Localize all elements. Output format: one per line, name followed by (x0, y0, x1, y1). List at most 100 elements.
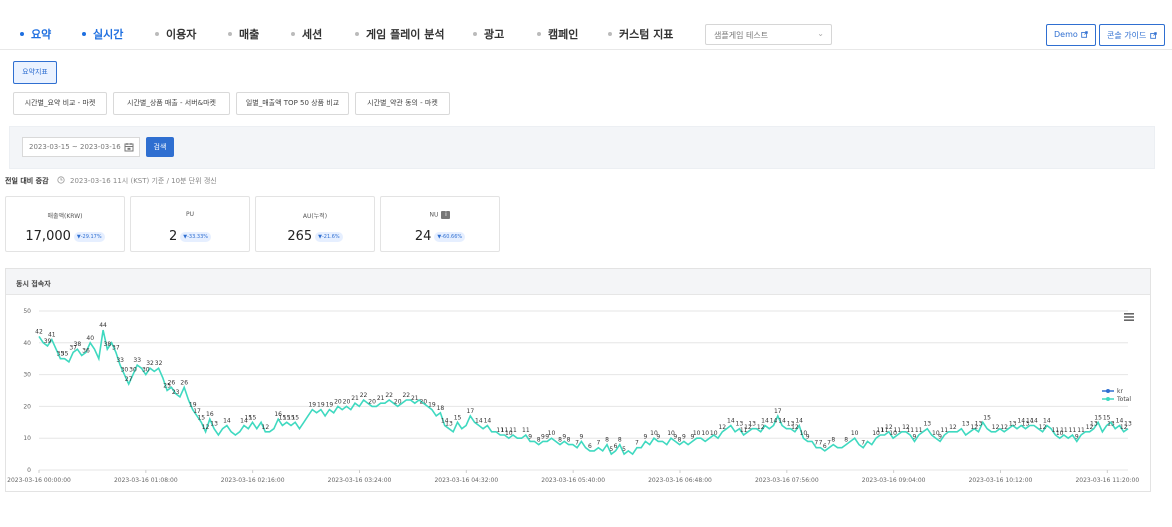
bullet-icon (82, 32, 86, 36)
data-label: 12 (202, 424, 210, 431)
data-label: 11 (894, 427, 902, 434)
report-button-daily-top50[interactable]: 일별_매출액 TOP 50 상품 비교 (236, 92, 349, 115)
search-button[interactable]: 검색 (146, 137, 174, 157)
kpi-label: 매출액(KRW) (47, 213, 83, 220)
kpi-change-badge: ▼-29.17% (73, 231, 105, 242)
legend-label: kr (1117, 388, 1123, 395)
bullet-icon (228, 32, 232, 36)
kpi-value: 265 (287, 229, 313, 244)
nav-item-summary[interactable]: 요약 (20, 26, 51, 42)
data-label: 39 (44, 338, 52, 345)
kpi-value: 2 (169, 229, 178, 244)
project-select[interactable]: 샘플게임 테스트 ⌄ (705, 24, 832, 45)
data-label: 9 (579, 433, 583, 440)
data-label: 21 (377, 395, 385, 402)
data-label: 26 (168, 379, 176, 386)
kpi-value: 17,000 (25, 229, 71, 244)
data-label: 13 (923, 421, 931, 428)
data-label: 33 (116, 357, 124, 364)
console-guide-button[interactable]: 콘솔 가이드 (1099, 24, 1165, 46)
x-tick-label: 2023-03-16 01:08:00 (114, 477, 178, 484)
data-label: 13 (1009, 421, 1017, 428)
project-select-value: 샘플게임 테스트 (714, 31, 769, 40)
data-label: 35 (61, 351, 69, 358)
data-label: 21 (411, 395, 419, 402)
data-label: 12 (262, 424, 270, 431)
data-label: 12 (718, 424, 726, 431)
report-button-hourly-terms[interactable]: 시간별_약관 동의 - 마켓 (355, 92, 450, 115)
data-label: 13 (445, 421, 453, 428)
x-tick-label: 2023-03-16 00:00:00 (7, 477, 71, 484)
nav-item-session[interactable]: 세션 (291, 26, 322, 42)
data-label: 19 (308, 402, 316, 409)
data-label: 9 (528, 433, 532, 440)
data-label: 11 (1060, 427, 1068, 434)
nav-item-campaign[interactable]: 캠페인 (537, 26, 578, 42)
data-label: 14 (727, 417, 735, 424)
data-label: 41 (48, 332, 56, 339)
summary-metrics-button[interactable]: 요약지표 (13, 61, 57, 84)
data-label: 17 (467, 408, 475, 415)
data-label: 14 (795, 417, 803, 424)
data-label: 14 (770, 417, 778, 424)
data-label: 19 (326, 402, 334, 409)
x-tick-label: 2023-03-16 10:12:00 (969, 477, 1033, 484)
data-label: 33 (133, 357, 141, 364)
nav-item-ads[interactable]: 광고 (473, 26, 504, 42)
data-label: 30 (142, 367, 150, 374)
console-guide-label: 콘솔 가이드 (1107, 31, 1147, 40)
bullet-icon (473, 32, 477, 36)
nav-item-label: 커스텀 지표 (619, 28, 674, 41)
data-label: 15 (249, 414, 257, 421)
y-tick-label: 50 (23, 308, 31, 315)
comparison-header: 전일 대비 증감 2023-03-16 11시 (KST) 기준 / 10분 단… (5, 176, 217, 186)
nav-item-revenue[interactable]: 매출 (228, 26, 259, 42)
data-label: 42 (35, 328, 43, 335)
data-label: 20 (334, 398, 342, 405)
data-label: 11 (1077, 427, 1085, 434)
external-link-icon (1081, 31, 1089, 38)
chart-menu-icon[interactable] (1124, 313, 1134, 321)
data-label: 14 (484, 417, 492, 424)
data-label: 36 (82, 348, 90, 355)
data-label: 9 (656, 433, 660, 440)
nav-item-label: 광고 (484, 28, 505, 41)
kpi-change-badge: ▼-21.6% (315, 231, 343, 242)
info-icon[interactable]: i (441, 211, 451, 219)
nav-item-realtime[interactable]: 실시간 (82, 26, 123, 42)
data-label: 9 (644, 433, 648, 440)
demo-button-label: Demo (1054, 30, 1078, 39)
data-label: 12 (1039, 424, 1047, 431)
data-label: 11 (915, 427, 923, 434)
nav-item-label: 게임 플레이 분석 (366, 28, 445, 41)
report-button-hourly-summary[interactable]: 시간별_요약 비교 - 마켓 (13, 92, 107, 115)
report-button-hourly-item-revenue[interactable]: 시간별_상품 매출 - 서버&마켓 (113, 92, 230, 115)
data-label: 9 (806, 433, 810, 440)
nav-item-label: 매출 (239, 28, 260, 41)
nav-item-custom-metrics[interactable]: 커스텀 지표 (608, 26, 673, 42)
calendar-icon (124, 143, 134, 152)
data-label: 15 (454, 414, 462, 421)
data-label: 13 (1107, 421, 1115, 428)
y-tick-label: 30 (23, 372, 31, 379)
data-label: 12 (1000, 424, 1008, 431)
data-label: 20 (420, 398, 428, 405)
nav-item-users[interactable]: 이용자 (155, 26, 196, 42)
data-label: 13 (210, 421, 218, 428)
demo-button[interactable]: Demo (1046, 24, 1097, 46)
data-label: 15 (197, 414, 205, 421)
data-label: 10 (851, 430, 859, 437)
data-label: 8 (567, 437, 571, 444)
nav-item-gameplay-analysis[interactable]: 게임 플레이 분석 (355, 26, 445, 42)
data-label: 6 (614, 443, 618, 450)
data-label: 7 (861, 440, 865, 447)
date-range-picker[interactable]: 2023-03-15 ~ 2023-03-16 (22, 137, 140, 157)
filter-panel: 2023-03-15 ~ 2023-03-16 검색 (9, 126, 1155, 169)
data-label: 7 (575, 440, 579, 447)
data-label: 18 (437, 405, 445, 412)
y-tick-label: 40 (23, 340, 31, 347)
data-label: 8 (831, 437, 835, 444)
y-tick-label: 0 (27, 467, 31, 474)
data-label: 9 (682, 433, 686, 440)
data-label: 38 (104, 341, 112, 348)
